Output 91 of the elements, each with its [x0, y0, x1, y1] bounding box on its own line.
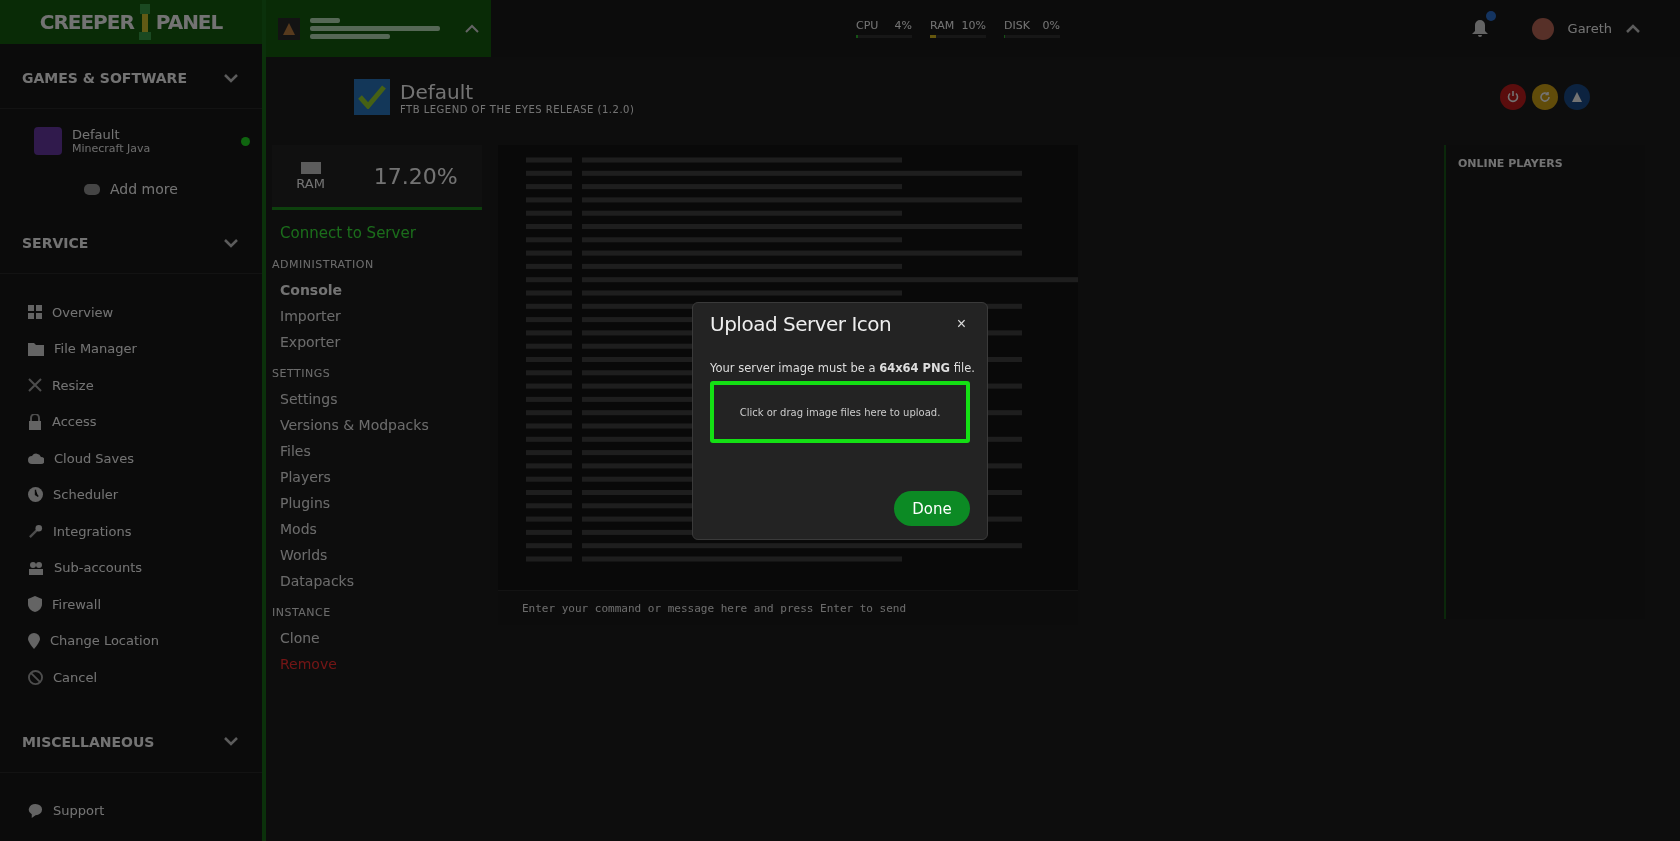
stat-label: DISK	[1004, 19, 1030, 32]
sidebar-item[interactable]: File Manager	[0, 330, 137, 367]
nav-item[interactable]: Datapacks	[272, 568, 482, 594]
nav-item[interactable]: Files	[272, 438, 482, 464]
dialog-title: Upload Server Icon	[710, 312, 892, 336]
sidebar-item[interactable]: Change Location	[0, 622, 159, 659]
console-button[interactable]	[1564, 84, 1590, 110]
nav-group-title: ADMINISTRATION	[272, 257, 375, 273]
nav-item[interactable]: Settings	[272, 386, 482, 412]
server-item[interactable]: Default Minecraft Java	[0, 109, 262, 173]
sidebar-item[interactable]: Access	[0, 403, 97, 440]
notification-badge	[1485, 10, 1496, 21]
logo-text: PANEL	[155, 10, 223, 34]
server-title: Default	[400, 79, 475, 104]
server-name: Default	[72, 127, 121, 142]
lock-icon	[28, 413, 42, 430]
section-title: SERVICE	[22, 235, 89, 251]
chat-icon	[28, 803, 43, 819]
close-button[interactable]: ×	[952, 311, 970, 337]
nav-item[interactable]: Players	[272, 464, 482, 490]
add-more-button[interactable]: Add more	[0, 173, 178, 209]
server-game: Minecraft Java	[72, 142, 151, 155]
nav-item[interactable]: Importer	[272, 303, 482, 329]
section-header[interactable]: SERVICE	[0, 209, 262, 274]
done-button[interactable]: Done	[894, 491, 970, 526]
chevron-down-icon[interactable]	[224, 73, 238, 83]
user-name[interactable]: Gareth	[1567, 21, 1612, 36]
crossed-arrows-icon	[28, 378, 42, 393]
users-icon	[28, 560, 44, 575]
nav-group-title: SETTINGS	[272, 366, 332, 382]
power-button[interactable]	[1500, 84, 1526, 110]
sidebar-item[interactable]: Cancel	[0, 659, 98, 696]
chevron-up-icon[interactable]	[1626, 24, 1640, 33]
server-selector[interactable]	[266, 0, 491, 57]
shield-icon	[28, 596, 42, 613]
ram-value: 17.20%	[373, 163, 458, 189]
location-pin-icon	[28, 632, 40, 649]
server-avatar-icon	[278, 17, 300, 40]
triangle-icon	[1571, 91, 1583, 103]
logo-text: CREEPER	[39, 10, 134, 34]
stat-label: RAM	[930, 19, 955, 32]
restart-button[interactable]	[1532, 84, 1558, 110]
stat-label: CPU	[856, 19, 879, 32]
checkmark-icon	[358, 85, 386, 109]
chevron-down-icon[interactable]	[224, 238, 238, 248]
nav-item[interactable]: Versions & Modpacks	[272, 412, 482, 438]
gamepad-icon	[84, 183, 100, 195]
nav-item[interactable]: Clone	[272, 625, 482, 651]
server-thumbnail	[34, 127, 62, 155]
memory-icon	[300, 161, 321, 174]
sidebar-item[interactable]: Scheduler	[0, 476, 119, 513]
upload-dropzone[interactable]: Click or drag image files here to upload.	[710, 381, 970, 443]
sidebar-item[interactable]: Sub-accounts	[0, 549, 142, 586]
nav-group-title: INSTANCE	[272, 605, 332, 621]
sidebar-item[interactable]: Integrations	[0, 513, 132, 550]
folder-icon	[28, 341, 44, 356]
bell-icon	[1471, 19, 1488, 38]
stat-value: 4%	[894, 19, 912, 32]
power-icon	[1507, 91, 1519, 103]
sidebar-item[interactable]: Resize	[0, 367, 94, 404]
players-title: ONLINE PLAYERS	[1458, 157, 1564, 170]
wrench-icon	[28, 523, 43, 539]
creeper-icon	[137, 4, 152, 40]
logo[interactable]: CREEPER PANEL	[0, 0, 262, 44]
connect-link[interactable]: Connect to Server	[272, 210, 482, 250]
stat-value: 10%	[961, 19, 986, 32]
nav-item[interactable]: Console	[272, 277, 482, 303]
restart-icon	[1539, 91, 1551, 103]
stat-value: 0%	[1042, 19, 1060, 32]
nav-item[interactable]: Mods	[272, 516, 482, 542]
clock-icon	[28, 487, 43, 503]
nav-item[interactable]: Plugins	[272, 490, 482, 516]
section-title: GAMES & SOFTWARE	[22, 70, 187, 86]
chevron-down-icon[interactable]	[224, 737, 238, 746]
sidebar-item[interactable]: Support	[0, 792, 105, 829]
sidebar-item[interactable]: Firewall	[0, 586, 102, 623]
user-avatar[interactable]	[1531, 17, 1554, 40]
sidebar-item[interactable]: Overview	[0, 294, 114, 331]
nav-item[interactable]: Exporter	[272, 329, 482, 355]
sidebar-item[interactable]: Cloud Saves	[0, 440, 134, 477]
section-header[interactable]: MISCELLANEOUS	[0, 707, 262, 773]
chevron-up-icon	[465, 24, 479, 33]
ban-icon	[28, 669, 43, 685]
grid-icon	[28, 305, 42, 320]
section-title: MISCELLANEOUS	[22, 733, 155, 750]
notifications-button[interactable]	[1471, 19, 1488, 38]
nav-item[interactable]: Worlds	[272, 542, 482, 568]
cloud-icon	[28, 452, 44, 465]
server-subtitle: FTB LEGEND OF THE EYES RELEASE (1.2.0)	[400, 103, 635, 115]
ram-label: RAM	[296, 175, 325, 191]
section-header[interactable]: GAMES & SOFTWARE	[0, 44, 262, 109]
